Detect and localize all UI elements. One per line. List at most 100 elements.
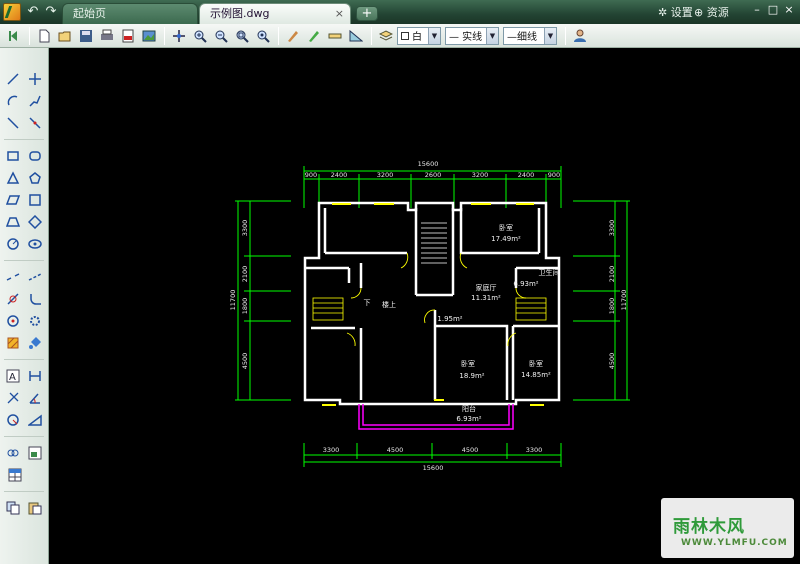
dim-bottom-seg-2: 4500: [387, 446, 404, 454]
watermark-logo: 雨林木风 WWW.YLMFU.COM: [661, 498, 794, 558]
tab-close-icon[interactable]: ×: [335, 4, 344, 24]
tab-document[interactable]: 示例图.dwg ×: [199, 3, 351, 24]
zoom-out-icon[interactable]: [211, 26, 231, 46]
angle-dimension-icon[interactable]: [26, 389, 44, 407]
gear-settings-tool-icon[interactable]: [26, 312, 44, 330]
drawing-tools-palette: A: [0, 48, 49, 564]
pan-icon[interactable]: [169, 26, 189, 46]
highlighter-icon[interactable]: [304, 26, 324, 46]
lineweight-select[interactable]: —细线 ▼: [503, 26, 557, 45]
dim-right-seg-4: 4500: [608, 353, 616, 370]
dim-top-seg-4: 2600: [425, 171, 442, 179]
insert-table-icon[interactable]: [6, 466, 24, 484]
settings-label: 设置: [670, 6, 693, 19]
chevron-down-icon[interactable]: ▼: [486, 27, 498, 44]
trapezoid-tool-icon[interactable]: [4, 213, 22, 231]
extend-tool-icon[interactable]: [26, 268, 44, 286]
zoom-in-icon[interactable]: [190, 26, 210, 46]
cloud-markup-icon[interactable]: [4, 444, 22, 462]
copy-icon[interactable]: [4, 499, 22, 517]
dim-left-seg-4: 4500: [241, 353, 249, 370]
color-select[interactable]: 白 ▼: [397, 26, 441, 45]
rounded-rectangle-tool-icon[interactable]: [26, 147, 44, 165]
dimension-lines: [235, 166, 630, 467]
stair-rails: [312, 297, 547, 321]
dim-right-seg-3: 1800: [608, 298, 616, 315]
arc-tool-icon[interactable]: [4, 92, 22, 110]
xline-tool-icon[interactable]: [26, 114, 44, 132]
pentagon-tool-icon[interactable]: [26, 169, 44, 187]
close-window-button[interactable]: ×: [782, 3, 796, 17]
dim-top-seg-3: 3200: [377, 171, 394, 179]
new-file-icon[interactable]: [34, 26, 54, 46]
room-label-bedroom-mid: 卧室: [461, 359, 475, 368]
chevron-down-icon[interactable]: ▼: [428, 27, 440, 44]
zoom-window-icon[interactable]: [232, 26, 252, 46]
layers-icon[interactable]: [376, 26, 396, 46]
parallelogram-tool-icon[interactable]: [4, 191, 22, 209]
insert-image-icon[interactable]: [26, 444, 44, 462]
rotate-tool-icon[interactable]: [4, 312, 22, 330]
polyline-tool-icon[interactable]: [26, 92, 44, 110]
app-logo-icon[interactable]: [3, 3, 21, 21]
dim-top-seg-2: 2400: [331, 171, 348, 179]
toolbar-separator: [371, 26, 372, 45]
toolbar-separator: [278, 26, 279, 45]
undo-icon[interactable]: ↶: [24, 3, 42, 21]
drawing-canvas[interactable]: 15600 900 2400 3200 2600 3200 2400 900 3…: [49, 48, 800, 564]
maximize-button[interactable]: □: [766, 3, 780, 17]
user-account-icon[interactable]: [570, 26, 590, 46]
hatch-tool-icon[interactable]: [4, 334, 22, 352]
linetype-select[interactable]: — 实线 ▼: [445, 26, 499, 45]
export-pdf-icon[interactable]: [118, 26, 138, 46]
markup-pen-icon[interactable]: [283, 26, 303, 46]
rectangle-tool-icon[interactable]: [4, 147, 22, 165]
fillet-tool-icon[interactable]: [26, 290, 44, 308]
zoom-extents-icon[interactable]: [253, 26, 273, 46]
open-folder-icon[interactable]: [55, 26, 75, 46]
lineweight-select-value: —细线: [507, 32, 537, 43]
fill-bucket-icon[interactable]: [26, 334, 44, 352]
room-area-bedroom-mid: 18.9m²: [459, 372, 484, 380]
text-tool-icon[interactable]: A: [4, 367, 22, 385]
trim-tool-icon[interactable]: [4, 290, 22, 308]
dim-bottom-seg-4: 3300: [526, 446, 543, 454]
redo-icon[interactable]: ↷: [42, 3, 60, 21]
paste-icon[interactable]: [26, 499, 44, 517]
room-area-balcony: 6.93m²: [456, 415, 481, 423]
dim-top-seg-7: 900: [548, 171, 560, 179]
print-icon[interactable]: [97, 26, 117, 46]
ellipse-tool-icon[interactable]: [26, 235, 44, 253]
measure-distance-icon[interactable]: [325, 26, 345, 46]
watermark-url: WWW.YLMFU.COM: [681, 538, 788, 548]
measure-area-icon[interactable]: [346, 26, 366, 46]
gear-icon: ✲: [658, 6, 668, 19]
diamond-tool-icon[interactable]: [26, 213, 44, 231]
chevron-down-icon[interactable]: ▼: [544, 27, 556, 44]
dim-top-seg-6: 2400: [518, 171, 535, 179]
tab-start-page[interactable]: 起始页: [62, 3, 198, 24]
back-icon[interactable]: [4, 26, 24, 46]
circle-tool-icon[interactable]: [4, 235, 22, 253]
break-tool-icon[interactable]: [4, 268, 22, 286]
room-area-living: 11.31m²: [471, 294, 501, 302]
ray-tool-icon[interactable]: [4, 114, 22, 132]
square-tool-icon[interactable]: [26, 191, 44, 209]
dim-right-seg-1: 3300: [608, 220, 616, 237]
dim-bottom-seg-1: 3300: [323, 446, 340, 454]
settings-button[interactable]: ✲ 设置: [658, 4, 693, 20]
title-bar: ↶ ↷ 起始页 示例图.dwg × + ✲ 设置 ⊕ 资源 – □ ×: [0, 0, 800, 24]
minimize-button[interactable]: –: [750, 3, 764, 17]
slope-dimension-icon[interactable]: [26, 411, 44, 429]
triangle-tool-icon[interactable]: [4, 169, 22, 187]
linear-dimension-icon[interactable]: [26, 367, 44, 385]
radius-dimension-icon[interactable]: [4, 411, 22, 429]
new-tab-button[interactable]: +: [356, 6, 378, 21]
line-tool-icon[interactable]: [4, 70, 22, 88]
save-icon[interactable]: [76, 26, 96, 46]
color-select-value: 白: [412, 32, 422, 43]
export-image-icon[interactable]: [139, 26, 159, 46]
aligned-dimension-icon[interactable]: [4, 389, 22, 407]
move-tool-icon[interactable]: [26, 70, 44, 88]
resources-button[interactable]: ⊕ 资源: [694, 4, 729, 20]
